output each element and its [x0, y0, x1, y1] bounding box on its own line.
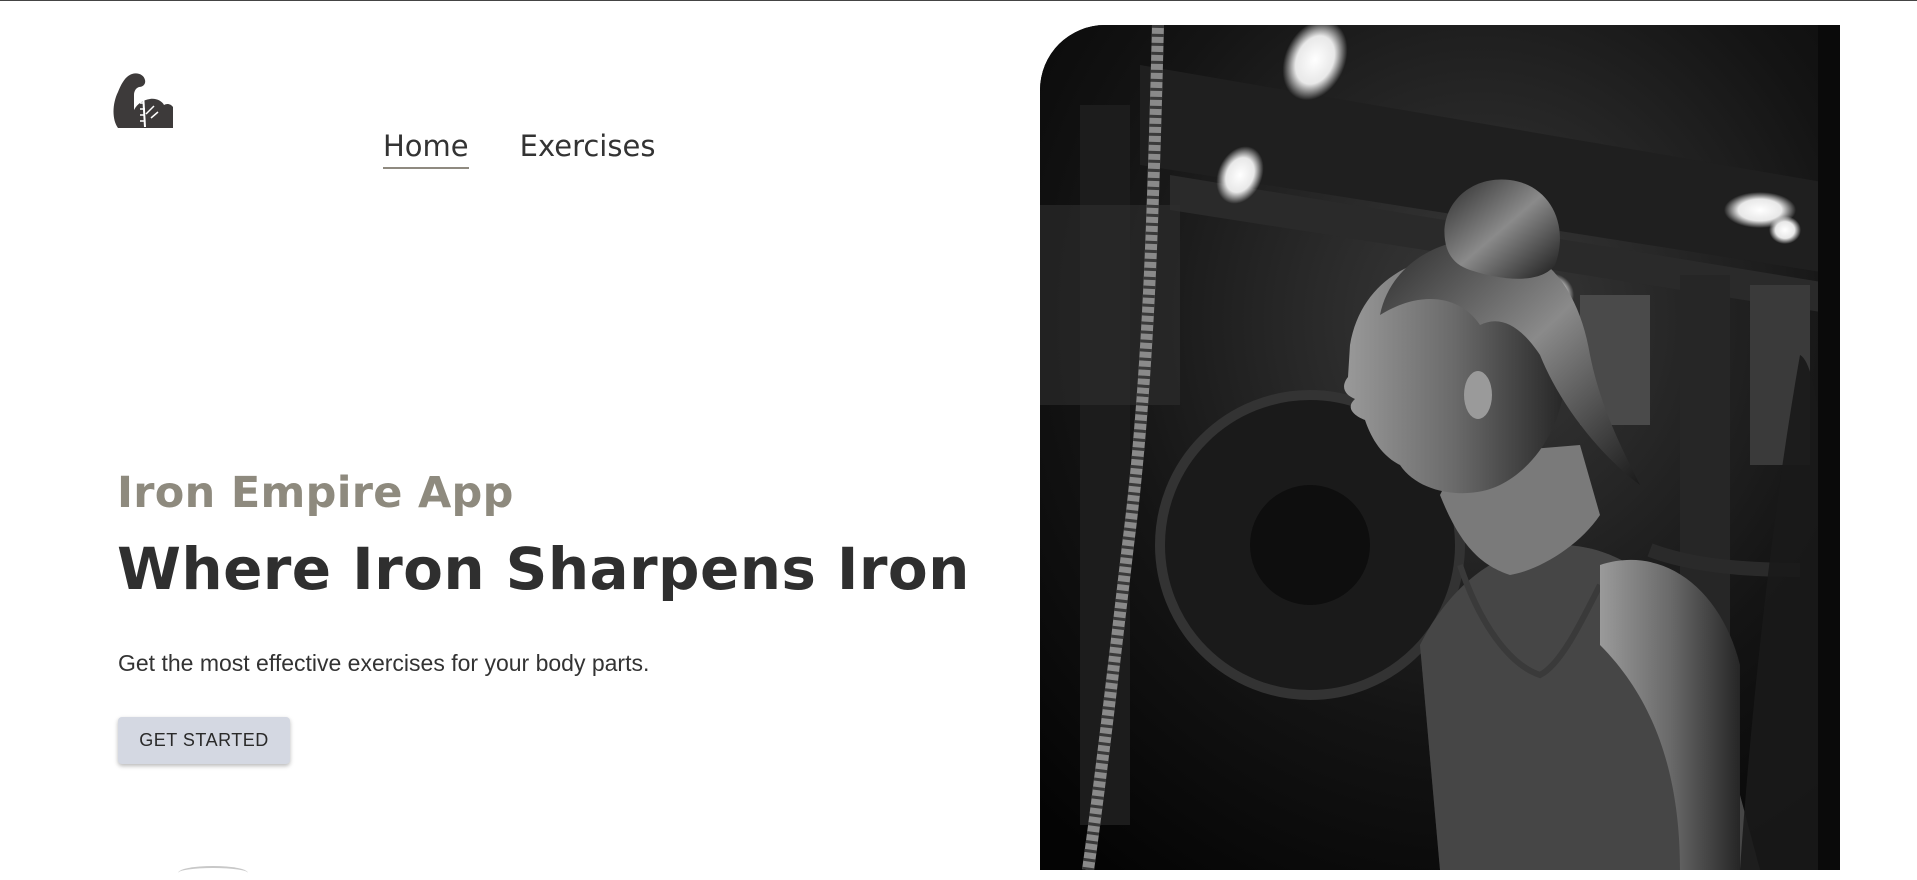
main-nav: Home Exercises [383, 128, 655, 169]
logo[interactable] [110, 70, 176, 136]
nav-home-link[interactable]: Home [383, 128, 469, 169]
hero-title: Where Iron Sharpens Iron [117, 535, 970, 603]
get-started-button[interactable]: GET STARTED [118, 717, 290, 764]
hero-subtitle: Iron Empire App [117, 468, 514, 518]
hero-banner-image [1040, 25, 1840, 870]
hero-description: Get the most effective exercises for you… [118, 650, 650, 676]
gym-athlete-photo [1040, 25, 1840, 870]
decorative-arc [178, 866, 248, 880]
top-border [0, 0, 1917, 1]
flexed-arm-icon [113, 73, 173, 128]
nav-exercises-link[interactable]: Exercises [520, 128, 656, 169]
